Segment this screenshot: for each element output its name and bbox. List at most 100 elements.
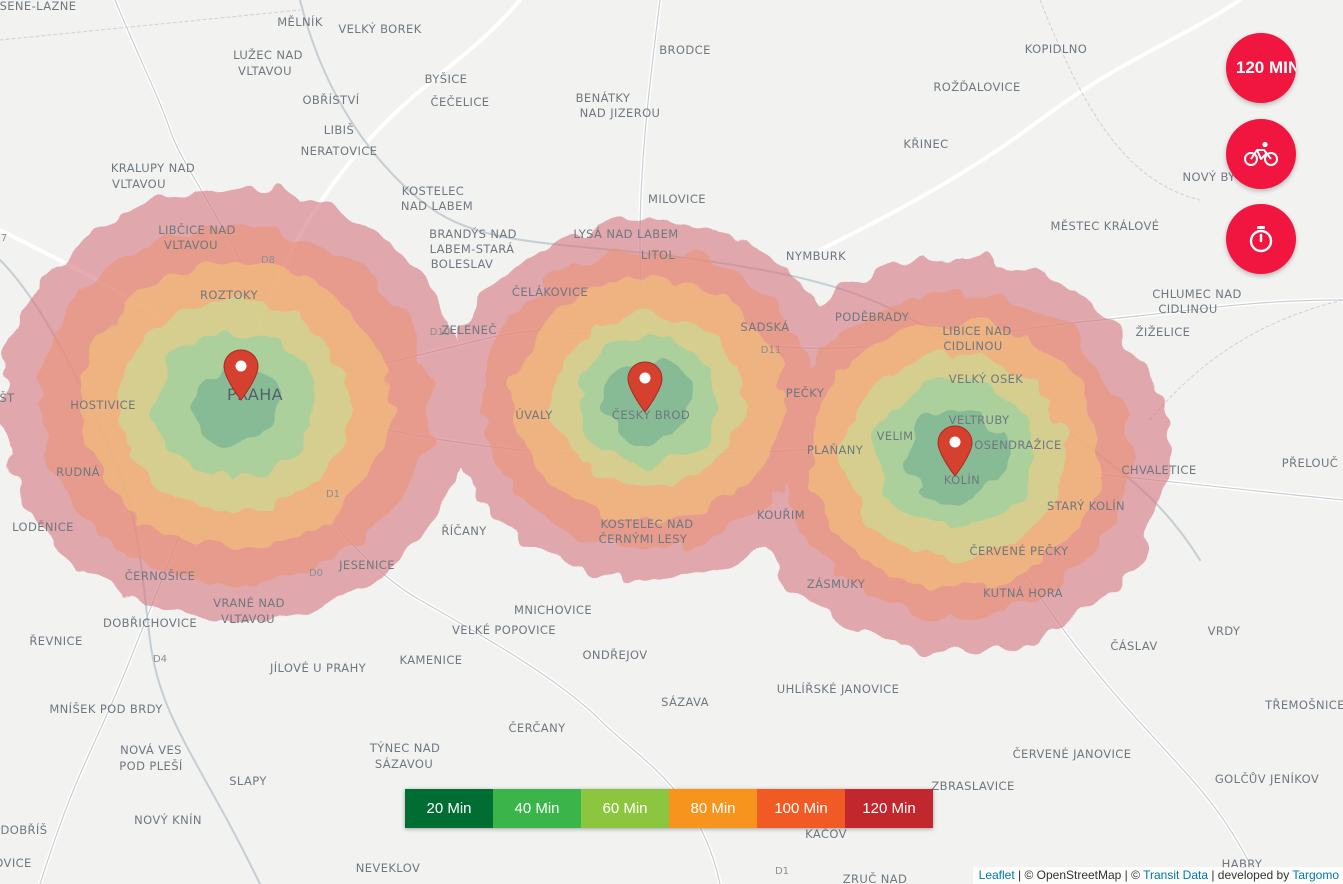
place-label: GOLČŮV JENÍKOV <box>1215 771 1319 786</box>
legend-item-3: 60 Min <box>581 789 669 828</box>
place-label: ŠT <box>0 390 15 405</box>
travel-time-label: 120 MIN <box>1235 58 1296 77</box>
place-label: ZRUČ NAD <box>843 871 908 884</box>
targomo-link[interactable]: Targomo <box>1292 868 1339 882</box>
place-label: ROZTOKY <box>200 288 259 302</box>
place-label: TŘEMOŠNICE <box>1264 697 1343 712</box>
place-label: PLAŇANY <box>807 442 864 457</box>
place-label: NAD LABEM <box>401 199 473 213</box>
place-label: LYSÁ NAD LABEM <box>573 226 678 241</box>
travel-mode-button[interactable] <box>1226 119 1296 189</box>
place-label: HOSTIVICE <box>70 398 136 412</box>
place-label: ČERČANY <box>508 720 566 735</box>
road-label: D11 <box>761 345 781 356</box>
place-label: ČELÁKOVICE <box>512 284 588 299</box>
place-label: ČEČELICE <box>431 94 490 109</box>
place-label: VRDY <box>1208 624 1241 638</box>
place-label: SADSKÁ <box>740 319 789 334</box>
place-label: ONDŘEJOV <box>582 647 647 662</box>
legend-item-6: 120 Min <box>845 789 933 828</box>
stopwatch-icon <box>1249 226 1273 253</box>
place-label: CHLUMEC NAD <box>1152 287 1242 301</box>
place-label: PEČKY <box>786 385 825 400</box>
place-label: ČERNOŠICE <box>125 568 196 583</box>
place-label: ZELENEČ <box>441 322 497 337</box>
place-label: MNÍŠEK POD BRDY <box>49 701 163 716</box>
place-label: NOVÁ VES <box>120 742 182 757</box>
legend-item-4: 80 Min <box>669 789 757 828</box>
place-label: ÚVALY <box>515 407 553 422</box>
place-label: BRODCE <box>659 43 710 57</box>
place-label: KAMENICE <box>400 653 463 667</box>
place-label: KOSTELEC <box>402 184 464 198</box>
place-label: SÁZAVOU <box>375 756 433 771</box>
place-label: VELKÝ OSEK <box>949 371 1024 386</box>
place-label: OSENDRAŽICE <box>974 437 1061 452</box>
place-label: ROŽĎALOVICE <box>933 79 1020 94</box>
place-label: BRANDÝS NAD <box>429 226 517 241</box>
place-label: VRANÉ NAD <box>213 595 285 610</box>
map-canvas[interactable]: D8D10D11D1D0D4D17 SENE-LAZNEMĚLNÍK VELKÝ … <box>0 0 1343 884</box>
place-label: DOBŘICHOVICE <box>103 615 197 630</box>
road-label: D1 <box>775 866 789 877</box>
place-label: TÝNEC NAD <box>369 740 441 755</box>
place-label: OVICE <box>0 856 32 870</box>
place-label: LIBČICE NAD <box>158 222 236 237</box>
place-label: ČÁSLAV <box>1110 638 1157 653</box>
place-label: ZÁSMUKY <box>807 576 866 591</box>
place-label: NOVÝ KNÍN <box>134 812 202 827</box>
place-label: UHLÍŘSKÉ JANOVICE <box>777 681 899 696</box>
place-label: OBŘÍSTVÍ <box>302 92 359 107</box>
place-label: NAD JIZEROU <box>580 106 661 120</box>
place-label: KOLÍN <box>944 472 980 487</box>
travel-time-button[interactable]: 120 MIN <box>1226 33 1296 103</box>
place-label: MNICHOVICE <box>514 603 592 617</box>
legend-item-2: 40 Min <box>493 789 581 828</box>
place-label: LUŽEC NAD <box>233 47 303 62</box>
place-label: SENE-LAZNE <box>0 0 76 13</box>
timer-button[interactable] <box>1226 204 1296 274</box>
place-label: KRALUPY NAD <box>111 161 195 175</box>
attribution-developed-by: | developed by <box>1208 868 1293 882</box>
place-label: JÍLOVÉ U PRAHY <box>269 660 367 675</box>
place-label: LIBICE NAD <box>942 324 1011 338</box>
place-label: ČERNÝMI LESY <box>599 531 688 546</box>
map-attribution: Leaflet | © OpenStreetMap | © Transit Da… <box>972 867 1343 884</box>
place-label: PŘELOUČ <box>1282 455 1339 470</box>
place-label: VLTAVOU <box>221 612 275 626</box>
place-label: KUTNÁ HORA <box>983 585 1063 600</box>
place-label: CIDLINOU <box>1158 302 1217 316</box>
place-label: BENÁTKY <box>576 90 631 105</box>
place-label: NERATOVICE <box>301 144 378 158</box>
place-label: MILOVICE <box>648 192 706 206</box>
place-label: VLTAVOU <box>164 238 218 252</box>
road-label: D8 <box>261 255 275 266</box>
place-label: LITOL <box>641 248 675 262</box>
road-label: D1 <box>326 489 340 500</box>
leaflet-link[interactable]: Leaflet <box>979 868 1015 882</box>
place-label: VELIM <box>877 429 914 443</box>
place-label: LIBIŠ <box>324 122 354 137</box>
place-label: ZBRASLAVICE <box>931 779 1014 793</box>
place-label: ČERVENÉ PEČKY <box>970 543 1069 558</box>
place-label: KOPIDLNO <box>1025 42 1087 56</box>
marker-dot <box>639 372 651 384</box>
place-label: MĚLNÍK <box>277 14 323 29</box>
road-label: 7 <box>1 233 7 244</box>
place-label: SLAPY <box>229 774 267 788</box>
place-label: KOUŘIM <box>757 507 805 522</box>
place-label: CHVALETICE <box>1121 463 1196 477</box>
place-label: CIDLINOU <box>943 339 1002 353</box>
bike-icon <box>1244 141 1278 166</box>
place-label: PODĚBRADY <box>835 309 910 324</box>
place-label: BYŠICE <box>425 71 468 86</box>
place-label: LABEM-STARÁ <box>430 241 515 256</box>
place-label: KŘINEC <box>903 136 948 151</box>
transit-data-link[interactable]: Transit Data <box>1143 868 1208 882</box>
place-label: BOLESLAV <box>431 257 494 271</box>
place-label: ŽIŽELICE <box>1136 324 1191 339</box>
place-label: DOBŘÍŠ <box>1 822 48 837</box>
place-label: VELTRUBY <box>949 413 1010 427</box>
road-label: D0 <box>309 568 323 579</box>
place-label: VLTAVOU <box>112 177 166 191</box>
